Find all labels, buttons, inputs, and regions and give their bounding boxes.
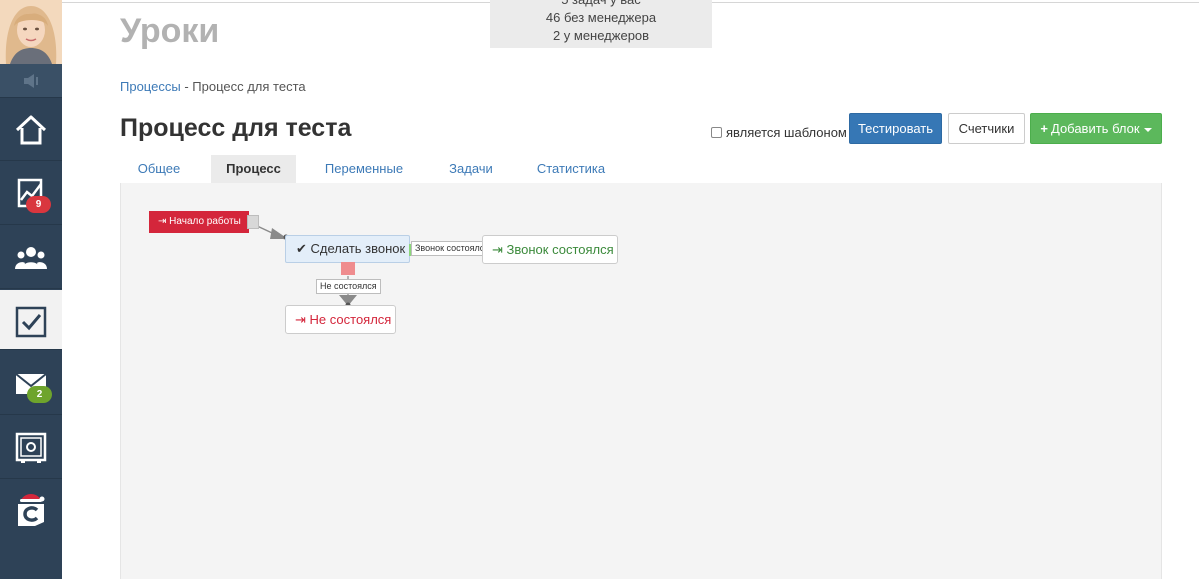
avatar-image	[0, 0, 62, 64]
flow-node-ok-label: Звонок состоялся	[506, 242, 614, 257]
counters-button[interactable]: Счетчики	[948, 113, 1025, 144]
app-logo-icon	[18, 494, 45, 526]
breadcrumb: Процессы - Процесс для теста	[120, 79, 306, 94]
flow-node-fail-label: Не состоялся	[309, 312, 392, 327]
checkmark-icon: ✔	[296, 241, 307, 256]
sidebar-item-users[interactable]	[0, 226, 62, 289]
tab-process[interactable]: Процесс	[211, 155, 296, 183]
flow-connectors	[254, 224, 484, 308]
megaphone-icon	[24, 74, 38, 88]
task-summary-line-2: 46 без менеджера	[545, 10, 657, 25]
flow-node-start[interactable]: ⇥ Начало работы	[149, 211, 259, 233]
flow-node-call-label: Сделать звонок	[310, 241, 406, 256]
caret-down-icon	[1143, 127, 1152, 132]
sidebar-item-app[interactable]	[0, 480, 62, 543]
sidebar-item-stats[interactable]: 9	[0, 162, 62, 225]
flow-node-ok[interactable]: ⇥ Звонок состоялся	[482, 235, 618, 264]
sign-in-icon: ⇥	[158, 216, 167, 227]
test-button[interactable]: Тестировать	[849, 113, 942, 144]
template-checkbox[interactable]: является шаблоном	[711, 125, 847, 140]
add-block-label: Добавить блок	[1051, 121, 1140, 136]
flow-node-fail[interactable]: ⇥ Не состоялся	[285, 305, 396, 334]
template-checkbox-box[interactable]	[711, 127, 722, 138]
sidebar-item-tasks[interactable]	[0, 290, 62, 350]
start-connector-handle[interactable]	[247, 215, 259, 229]
failure-connector-handle[interactable]	[341, 262, 355, 275]
tab-general[interactable]: Общее	[120, 155, 198, 183]
home-icon	[15, 115, 47, 145]
safe-icon	[15, 432, 47, 463]
task-summary-line-3: 2 у менеджеров	[552, 28, 650, 43]
section-heading: Уроки	[120, 12, 220, 50]
mail-badge: 2	[27, 386, 52, 403]
checkbox-icon	[15, 306, 47, 338]
users-icon	[15, 247, 47, 269]
flow-node-call[interactable]: ✔ Сделать звонок	[285, 235, 415, 275]
sidebar: 9 2	[0, 0, 62, 579]
sign-out-icon: ⇥	[492, 242, 503, 257]
template-checkbox-label: является шаблоном	[726, 125, 847, 140]
tab-tasks[interactable]: Задачи	[438, 155, 504, 183]
breadcrumb-current: Процесс для теста	[192, 79, 306, 94]
sign-out-icon: ⇥	[295, 312, 306, 327]
stats-badge: 9	[26, 196, 51, 213]
flow-node-start-label: Начало работы	[169, 216, 241, 227]
sidebar-item-home[interactable]	[0, 98, 62, 161]
avatar[interactable]	[0, 0, 62, 64]
tab-variables[interactable]: Переменные	[316, 155, 412, 183]
sidebar-item-mail[interactable]: 2	[0, 352, 62, 415]
sidebar-collapse-toggle[interactable]	[0, 64, 62, 98]
breadcrumb-separator: -	[184, 79, 189, 94]
breadcrumb-link-processes[interactable]: Процессы	[120, 79, 181, 94]
edge-label-fail[interactable]: Не состоялся	[316, 279, 381, 294]
sidebar-item-safe[interactable]	[0, 416, 62, 479]
add-block-button[interactable]: + Добавить блок	[1030, 113, 1162, 144]
task-summary-line-1: 5 задач у вас	[490, 0, 712, 9]
plus-icon: +	[1040, 121, 1048, 136]
tab-statistics[interactable]: Статистика	[530, 155, 612, 183]
page-title: Процесс для теста	[120, 114, 352, 142]
process-canvas[interactable]: ⇥ Начало работы ✔ Сделать звонок Звонок …	[120, 183, 1162, 579]
task-summary-box: 5 задач у вас 46 без менеджера 2 у менед…	[490, 0, 712, 48]
edge-label-ok[interactable]: Звонок состоялся	[411, 241, 494, 256]
